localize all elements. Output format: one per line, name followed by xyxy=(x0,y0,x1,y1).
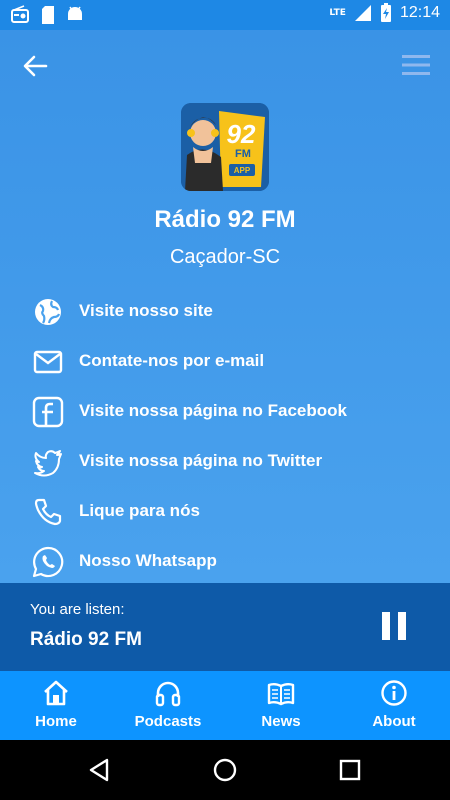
arrow-left-icon[interactable] xyxy=(20,52,50,80)
email-icon xyxy=(33,350,63,374)
tab-home[interactable]: Home xyxy=(0,671,112,740)
network-type: LTE xyxy=(329,8,346,18)
link-twitter[interactable]: Visite nossa página no Twitter xyxy=(0,437,450,487)
headphones-icon xyxy=(155,681,181,707)
bottom-tab-bar: Home Podcasts News About xyxy=(0,671,450,740)
sd-card-icon xyxy=(42,6,54,24)
link-whatsapp-label: Nosso Whatsapp xyxy=(79,551,217,570)
tab-home-label: Home xyxy=(35,713,77,730)
link-website[interactable]: Visite nosso site xyxy=(0,287,450,337)
link-phone[interactable]: Lique para nós xyxy=(0,487,450,537)
tab-podcasts-label: Podcasts xyxy=(134,713,202,730)
clock: 12:14 xyxy=(399,4,440,21)
station-city: Caçador-SC xyxy=(169,246,281,268)
now-playing-subtitle: You are listen: xyxy=(30,601,125,618)
twitter-icon xyxy=(34,450,62,477)
tab-about-label: About xyxy=(372,713,416,730)
logo-app: APP xyxy=(234,166,251,175)
now-playing-station: Rádio 92 FM xyxy=(30,629,142,650)
station-logo: 92 FM APP xyxy=(181,103,269,191)
hamburger-menu-icon[interactable] xyxy=(400,52,432,78)
whatsapp-icon xyxy=(32,546,64,578)
system-navigation-bar xyxy=(0,740,450,800)
station-title: Rádio 92 FM xyxy=(154,206,296,233)
home-circle-icon[interactable] xyxy=(210,755,240,785)
signal-icon xyxy=(354,5,371,21)
now-playing-bar: You are listen: Rádio 92 FM xyxy=(0,583,450,671)
logo-fm: FM xyxy=(235,148,251,160)
main-content: 92 FM APP Rádio 92 FM Caçador-SC Visite … xyxy=(0,30,450,583)
globe-icon xyxy=(35,299,61,325)
logo-number: 92 xyxy=(227,119,256,149)
info-icon xyxy=(381,680,407,706)
link-twitter-label: Visite nossa página no Twitter xyxy=(79,451,323,470)
pause-icon[interactable] xyxy=(380,611,408,641)
radio-icon xyxy=(11,5,29,23)
phone-icon xyxy=(34,498,62,526)
android-icon xyxy=(68,6,82,20)
tab-podcasts[interactable]: Podcasts xyxy=(112,671,224,740)
battery-icon xyxy=(380,3,391,22)
link-website-label: Visite nosso site xyxy=(79,301,213,320)
logo-artwork: 92 FM APP xyxy=(181,103,269,191)
link-email[interactable]: Contate-nos por e-mail xyxy=(0,337,450,387)
facebook-icon xyxy=(32,396,64,428)
back-triangle-icon[interactable] xyxy=(85,755,115,785)
link-email-label: Contate-nos por e-mail xyxy=(79,351,265,370)
tab-news-label: News xyxy=(261,713,301,730)
link-facebook-label: Visite nossa página no Facebook xyxy=(79,401,347,420)
book-icon xyxy=(267,683,295,706)
tab-news[interactable]: News xyxy=(225,671,337,740)
link-phone-label: Lique para nós xyxy=(79,501,200,520)
link-facebook[interactable]: Visite nossa página no Facebook xyxy=(0,387,450,437)
recents-square-icon[interactable] xyxy=(335,755,365,785)
home-icon xyxy=(44,680,68,706)
status-bar: LTE 12:14 xyxy=(0,0,450,30)
tab-about[interactable]: About xyxy=(338,671,450,740)
link-whatsapp[interactable]: Nosso Whatsapp xyxy=(0,537,450,587)
